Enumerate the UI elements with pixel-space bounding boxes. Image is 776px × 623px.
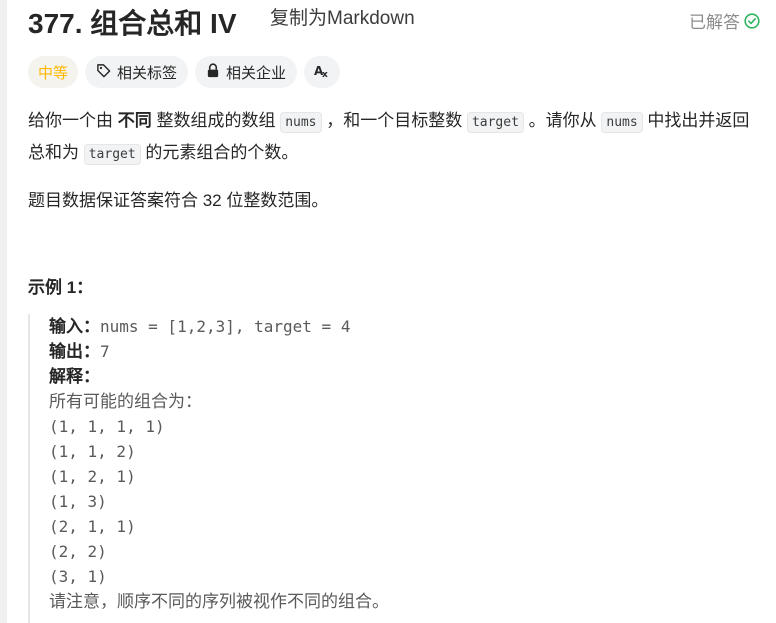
problem-title[interactable]: 377. 组合总和 IV	[28, 2, 237, 42]
solved-status: 已解答	[689, 8, 760, 33]
example-input-line: 输入：nums = [1,2,3], target = 4	[49, 314, 728, 339]
example-title: 示例 1：	[28, 278, 94, 297]
svg-text:x: x	[322, 70, 328, 79]
inline-code-target: target	[466, 112, 524, 133]
related-tags-button[interactable]: 相关标签	[85, 56, 189, 88]
explain-note: 请注意，顺序不同的序列被视作不同的组合。	[49, 592, 389, 611]
related-companies-label: 相关企业	[226, 64, 287, 82]
output-label: 输出：	[49, 342, 100, 361]
problem-header: 377. 组合总和 IV 复制为Markdown 已解答	[28, 0, 762, 44]
problem-description: 给你一个由 不同 整数组成的数组 nums ，和一个目标整数 target 。请…	[28, 106, 763, 216]
combination-line: (1, 1, 2)	[49, 442, 136, 461]
output-value: 7	[100, 342, 110, 361]
inline-code-nums: nums	[280, 112, 322, 133]
related-tags-label: 相关标签	[117, 64, 178, 82]
combination-line: (2, 2)	[49, 542, 107, 561]
solved-label: 已解答	[689, 13, 740, 32]
copy-markdown-button[interactable]: 复制为Markdown	[270, 3, 415, 30]
combination-line: (1, 3)	[49, 492, 107, 511]
description-paragraph-2: 题目数据保证答案符合 32 位整数范围。	[28, 191, 329, 210]
difficulty-badge[interactable]: 中等	[28, 56, 79, 88]
explain-label: 解释：	[49, 367, 100, 386]
description-paragraph-1: 给你一个由 不同 整数组成的数组 nums ，和一个目标整数 target 。请…	[28, 106, 763, 170]
tag-icon	[96, 63, 111, 82]
inline-code-target: target	[83, 144, 141, 165]
combination-line: (2, 1, 1)	[49, 517, 136, 536]
emphasis-text: 不同	[117, 111, 152, 130]
left-panel-edge	[0, 0, 7, 623]
input-label: 输入：	[49, 317, 100, 336]
inline-code-nums: nums	[601, 112, 643, 133]
combination-line: (3, 1)	[49, 567, 107, 586]
example-block: 输入：nums = [1,2,3], target = 4 输出：7 解释： 所…	[28, 314, 728, 623]
check-circle-icon	[744, 12, 760, 29]
example-output-line: 输出：7	[49, 339, 728, 364]
combination-line: (1, 1, 1, 1)	[49, 417, 165, 436]
example-explain-line: 解释：	[49, 364, 728, 389]
lock-icon	[206, 63, 220, 82]
input-value: nums = [1,2,3], target = 4	[100, 317, 351, 336]
translate-icon: A x	[313, 63, 331, 82]
explain-text: 所有可能的组合为：	[49, 392, 202, 411]
combination-line: (1, 2, 1)	[49, 467, 136, 486]
translate-button[interactable]: A x	[304, 56, 341, 88]
tag-row: 中等 相关标签 相关企业 A x	[28, 56, 341, 88]
related-companies-button[interactable]: 相关企业	[195, 56, 298, 88]
